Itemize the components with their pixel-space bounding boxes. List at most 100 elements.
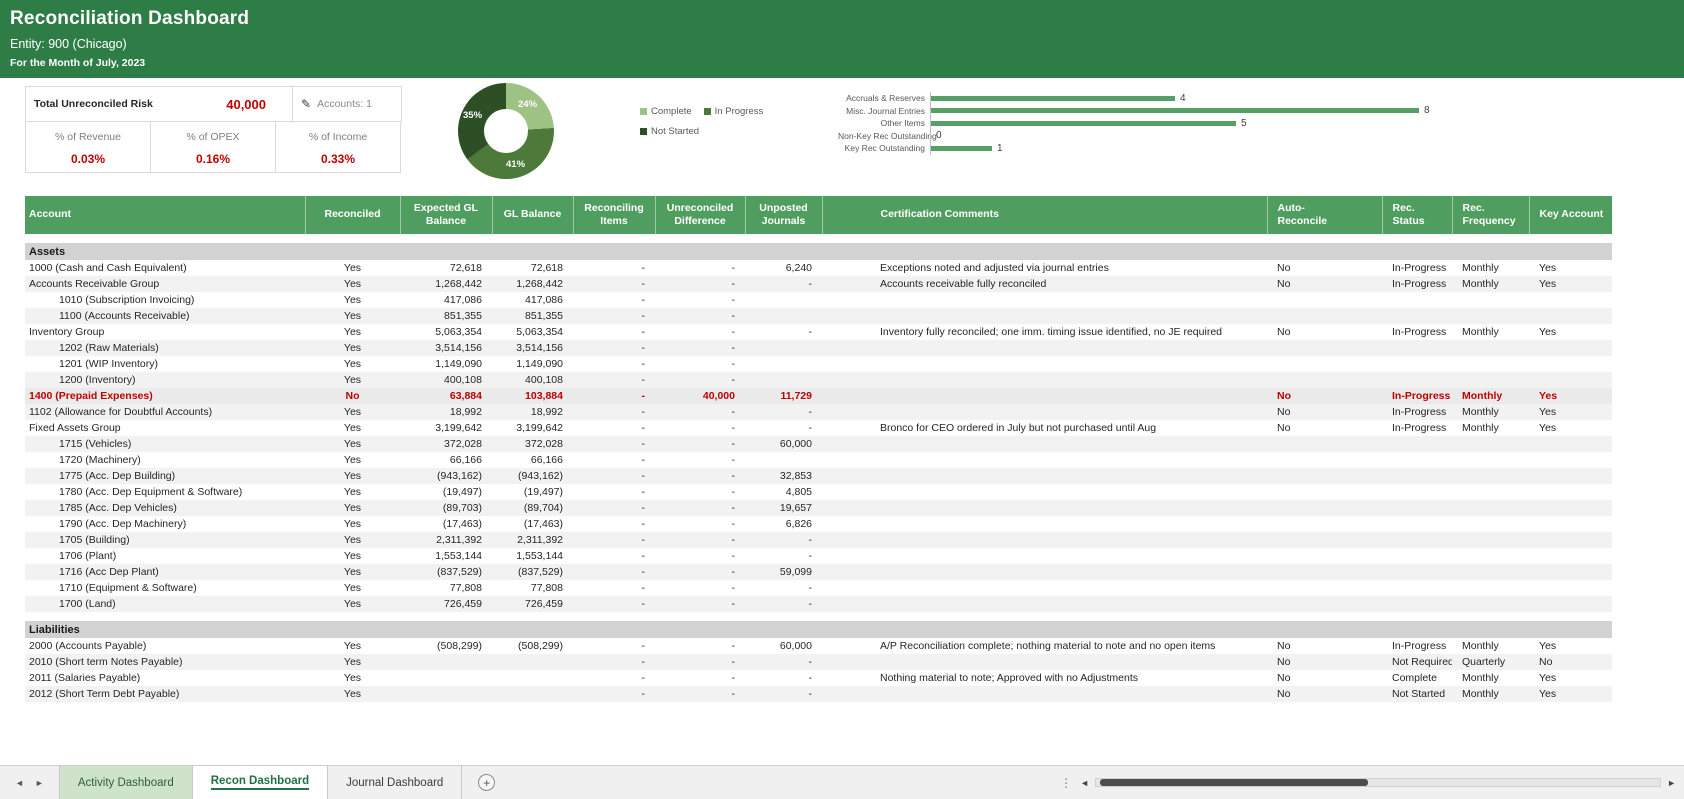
- cell-certification_comments[interactable]: Exceptions noted and adjusted via journa…: [822, 260, 1267, 276]
- cell-auto_reconcile[interactable]: [1267, 468, 1382, 484]
- cell-unreconciled_difference[interactable]: -: [655, 356, 745, 372]
- account-row[interactable]: 2000 (Accounts Payable) Yes (508,299) (508,…: [25, 638, 1612, 654]
- cell-reconciling_items[interactable]: -: [573, 484, 655, 500]
- cell-unposted_journals[interactable]: 6,240: [745, 260, 822, 276]
- open-items-bar-chart[interactable]: Accruals & Reserves 4 Misc. Journal Entrie…: [838, 92, 1490, 155]
- cell-expected_gl_balance[interactable]: (89,703): [400, 500, 492, 516]
- cell-reconciled[interactable]: Yes: [305, 276, 400, 292]
- cell-auto_reconcile[interactable]: [1267, 580, 1382, 596]
- cell-expected_gl_balance[interactable]: 417,086: [400, 292, 492, 308]
- cell-unreconciled_difference[interactable]: -: [655, 292, 745, 308]
- cell-expected_gl_balance[interactable]: 5,063,354: [400, 324, 492, 340]
- cell-unposted_journals[interactable]: [745, 372, 822, 388]
- cell-unreconciled_difference[interactable]: -: [655, 260, 745, 276]
- cell-unreconciled_difference[interactable]: -: [655, 686, 745, 702]
- cell-key_account[interactable]: Yes: [1529, 324, 1612, 340]
- cell-unreconciled_difference[interactable]: -: [655, 564, 745, 580]
- cell-rec_status[interactable]: [1382, 468, 1452, 484]
- column-header-certification_comments[interactable]: Certification Comments: [821, 196, 1267, 234]
- cell-account[interactable]: 1202 (Raw Materials): [25, 340, 305, 356]
- account-row[interactable]: 1715 (Vehicles) Yes 372,028 372,028- -60,000: [25, 436, 1612, 452]
- cell-key_account[interactable]: [1529, 340, 1612, 356]
- cell-expected_gl_balance[interactable]: (943,162): [400, 468, 492, 484]
- cell-reconciled[interactable]: Yes: [305, 260, 400, 276]
- cell-reconciled[interactable]: Yes: [305, 356, 400, 372]
- cell-unposted_journals[interactable]: -: [745, 580, 822, 596]
- cell-certification_comments[interactable]: [822, 596, 1267, 612]
- cell-auto_reconcile[interactable]: No: [1267, 654, 1382, 670]
- cell-expected_gl_balance[interactable]: [400, 654, 492, 670]
- cell-rec_frequency[interactable]: Monthly: [1452, 260, 1529, 276]
- cell-reconciling_items[interactable]: -: [573, 500, 655, 516]
- cell-expected_gl_balance[interactable]: (837,529): [400, 564, 492, 580]
- cell-expected_gl_balance[interactable]: 63,884: [400, 388, 492, 404]
- account-row[interactable]: 2011 (Salaries Payable) Yes - - - Nothing mat…: [25, 670, 1612, 686]
- column-header-key_account[interactable]: Key Account: [1528, 196, 1612, 234]
- cell-account[interactable]: 2012 (Short Term Debt Payable): [25, 686, 305, 702]
- cell-unreconciled_difference[interactable]: -: [655, 596, 745, 612]
- cell-reconciling_items[interactable]: -: [573, 516, 655, 532]
- cell-auto_reconcile[interactable]: [1267, 484, 1382, 500]
- cell-rec_status[interactable]: [1382, 548, 1452, 564]
- pct-of-opex-card[interactable]: % of OPEX 0.16%: [150, 121, 276, 173]
- cell-rec_status[interactable]: [1382, 372, 1452, 388]
- account-row[interactable]: 1010 (Subscription Invoicing) Yes 417,086 4…: [25, 292, 1612, 308]
- cell-expected_gl_balance[interactable]: 372,028: [400, 436, 492, 452]
- cell-auto_reconcile[interactable]: No: [1267, 404, 1382, 420]
- cell-unreconciled_difference[interactable]: -: [655, 516, 745, 532]
- cell-account[interactable]: 1785 (Acc. Dep Vehicles): [25, 500, 305, 516]
- cell-expected_gl_balance[interactable]: 851,355: [400, 308, 492, 324]
- cell-account[interactable]: 1706 (Plant): [25, 548, 305, 564]
- cell-certification_comments[interactable]: [822, 654, 1267, 670]
- cell-unposted_journals[interactable]: -: [745, 276, 822, 292]
- cell-unreconciled_difference[interactable]: -: [655, 654, 745, 670]
- cell-reconciled[interactable]: Yes: [305, 308, 400, 324]
- section-row-assets[interactable]: Assets: [25, 243, 1612, 260]
- cell-rec_status[interactable]: In-Progress: [1382, 404, 1452, 420]
- cell-reconciled[interactable]: Yes: [305, 548, 400, 564]
- cell-gl_balance[interactable]: 72,618: [492, 260, 573, 276]
- cell-expected_gl_balance[interactable]: (17,463): [400, 516, 492, 532]
- cell-reconciling_items[interactable]: -: [573, 638, 655, 654]
- cell-auto_reconcile[interactable]: [1267, 532, 1382, 548]
- account-row[interactable]: 1201 (WIP Inventory) Yes 1,149,090 1,149,09…: [25, 356, 1612, 372]
- sheet-tab-activity-dashboard[interactable]: Activity Dashboard: [59, 766, 193, 799]
- cell-account[interactable]: 1780 (Acc. Dep Equipment & Software): [25, 484, 305, 500]
- cell-reconciled[interactable]: Yes: [305, 484, 400, 500]
- cell-unposted_journals[interactable]: [745, 292, 822, 308]
- cell-key_account[interactable]: No: [1529, 654, 1612, 670]
- cell-gl_balance[interactable]: [492, 686, 573, 702]
- cell-auto_reconcile[interactable]: [1267, 452, 1382, 468]
- cell-account[interactable]: Accounts Receivable Group: [25, 276, 305, 292]
- sheet-nav-left-icon[interactable]: ◄: [15, 778, 24, 788]
- cell-rec_status[interactable]: In-Progress: [1382, 638, 1452, 654]
- cell-reconciling_items[interactable]: -: [573, 292, 655, 308]
- cell-auto_reconcile[interactable]: [1267, 500, 1382, 516]
- cell-unreconciled_difference[interactable]: -: [655, 324, 745, 340]
- cell-account[interactable]: 1102 (Allowance for Doubtful Accounts): [25, 404, 305, 420]
- cell-expected_gl_balance[interactable]: [400, 686, 492, 702]
- cell-rec_status[interactable]: In-Progress: [1382, 388, 1452, 404]
- cell-key_account[interactable]: [1529, 564, 1612, 580]
- cell-gl_balance[interactable]: 851,355: [492, 308, 573, 324]
- account-row[interactable]: 1790 (Acc. Dep Machinery) Yes (17,463) (17,…: [25, 516, 1612, 532]
- cell-unreconciled_difference[interactable]: -: [655, 500, 745, 516]
- cell-expected_gl_balance[interactable]: 18,992: [400, 404, 492, 420]
- cell-unposted_journals[interactable]: -: [745, 670, 822, 686]
- cell-reconciled[interactable]: Yes: [305, 340, 400, 356]
- cell-account[interactable]: 1400 (Prepaid Expenses): [25, 388, 305, 404]
- column-header-gl_balance[interactable]: GL Balance: [491, 196, 573, 234]
- account-row[interactable]: 1780 (Acc. Dep Equipment & Software) Yes(…: [25, 484, 1612, 500]
- cell-unreconciled_difference[interactable]: -: [655, 436, 745, 452]
- account-row[interactable]: 1720 (Machinery) Yes 66,166 66,166- -: [25, 452, 1612, 468]
- column-header-rec_frequency[interactable]: Rec. Frequency: [1451, 196, 1529, 234]
- cell-rec_frequency[interactable]: [1452, 468, 1529, 484]
- cell-rec_status[interactable]: In-Progress: [1382, 420, 1452, 436]
- cell-auto_reconcile[interactable]: [1267, 356, 1382, 372]
- cell-key_account[interactable]: Yes: [1529, 404, 1612, 420]
- cell-reconciled[interactable]: Yes: [305, 596, 400, 612]
- cell-rec_frequency[interactable]: [1452, 452, 1529, 468]
- cell-reconciling_items[interactable]: -: [573, 686, 655, 702]
- cell-rec_frequency[interactable]: [1452, 372, 1529, 388]
- account-row[interactable]: 1710 (Equipment & Software) Yes 77,808 77,8…: [25, 580, 1612, 596]
